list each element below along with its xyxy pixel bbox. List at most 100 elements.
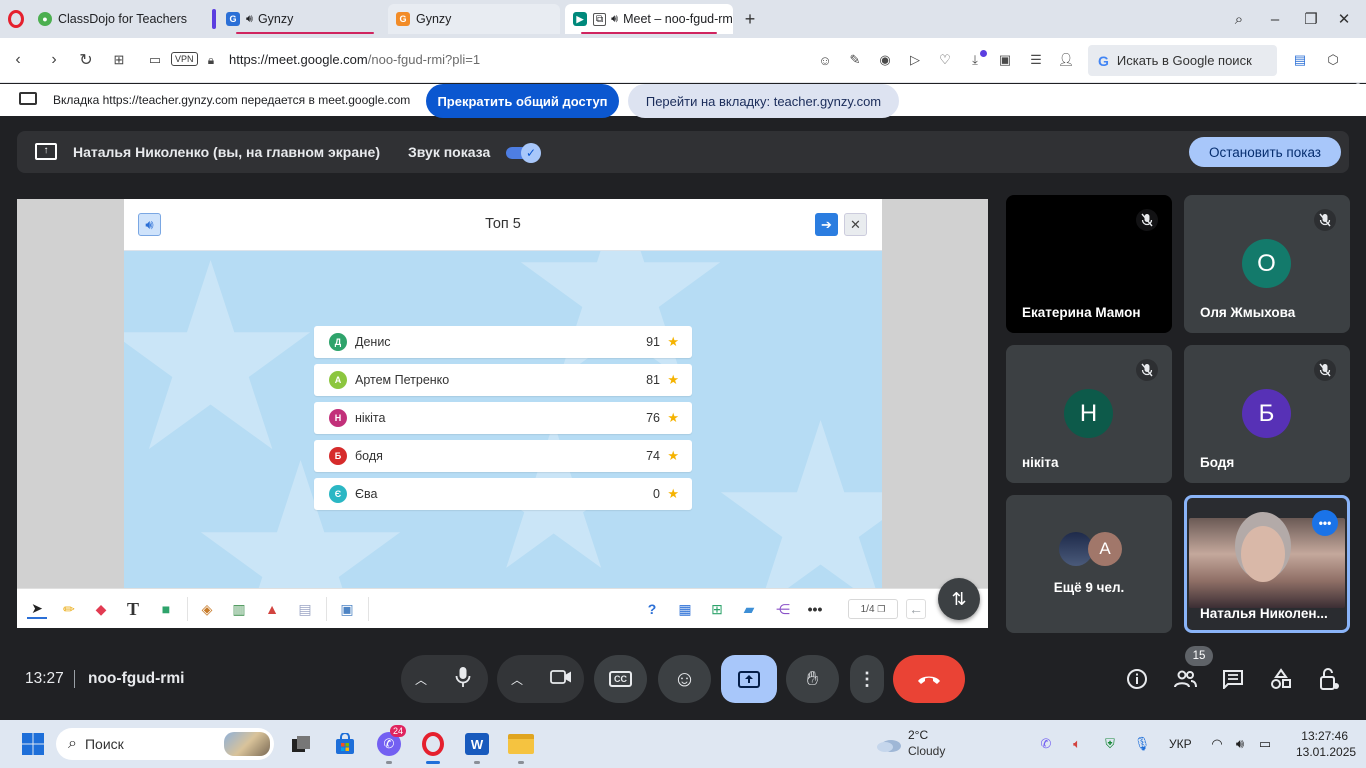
system-clock[interactable]: 13:27:46 13.01.2025 bbox=[1296, 728, 1356, 760]
emoji-icon[interactable]: ☺ bbox=[816, 51, 834, 69]
people-icon[interactable] bbox=[1170, 664, 1200, 694]
input-language[interactable]: УКР bbox=[1169, 737, 1192, 751]
restore-icon[interactable]: ❐ bbox=[1300, 8, 1322, 30]
player-icon[interactable]: ▷ bbox=[906, 51, 924, 69]
participant-tile[interactable]: О Оля Жмыхова bbox=[1184, 195, 1350, 333]
back-icon[interactable]: ‹ bbox=[7, 49, 29, 71]
easy-setup-icon[interactable]: ☰ bbox=[1027, 51, 1045, 69]
tab-gynzy-audio[interactable]: G 🔊︎ Gynzy bbox=[218, 4, 388, 34]
prev-page-icon[interactable]: ← bbox=[906, 599, 926, 619]
more-icon[interactable]: ••• bbox=[805, 599, 825, 619]
speed-dial-icon[interactable]: ⊞ bbox=[108, 49, 130, 71]
self-video-tile[interactable]: ••• Наталья Николен... bbox=[1184, 495, 1350, 633]
lines-icon[interactable]: ▤ bbox=[295, 599, 315, 619]
vpn-badge[interactable]: VPN bbox=[171, 52, 198, 66]
more-options-button[interactable]: ⋮ bbox=[850, 655, 884, 703]
library-icon[interactable]: ◈ bbox=[197, 599, 217, 619]
text-tool-icon[interactable]: T bbox=[123, 599, 143, 619]
tab-classdojo[interactable]: ● ClassDojo for Teachers bbox=[30, 4, 208, 34]
minimize-icon[interactable]: – bbox=[1264, 8, 1286, 30]
close-window-icon[interactable]: ✕ bbox=[1333, 8, 1355, 30]
activities-icon[interactable] bbox=[1266, 664, 1296, 694]
avatar: Б bbox=[329, 447, 347, 465]
windows-start-icon[interactable] bbox=[18, 729, 48, 759]
participant-tile[interactable]: Екатерина Мамон bbox=[1006, 195, 1172, 333]
save-icon[interactable]: ▦ bbox=[675, 599, 695, 619]
reload-icon[interactable]: ↻ bbox=[75, 49, 97, 71]
viber-tray-icon[interactable]: ✆ bbox=[1037, 735, 1055, 753]
host-controls-icon[interactable] bbox=[1314, 664, 1344, 694]
search-tabs-icon[interactable]: ⌕ bbox=[1228, 8, 1250, 30]
speaker-icon[interactable]: 🔊︎ bbox=[246, 13, 253, 26]
sidebar-icon[interactable]: ▤ bbox=[1291, 51, 1309, 69]
viber-icon[interactable]: ✆ 24 bbox=[374, 725, 407, 764]
battery-icon[interactable]: ▭ bbox=[1256, 735, 1274, 753]
info-icon[interactable] bbox=[1122, 664, 1152, 694]
stop-presenting-button[interactable]: Остановить показ bbox=[1189, 137, 1341, 167]
share-icon[interactable]: ⋲ bbox=[773, 599, 793, 619]
battery-saver-icon[interactable]: ▣ bbox=[996, 51, 1014, 69]
lock-icon[interactable]: 🔒︎ bbox=[200, 49, 222, 71]
extensions-icon[interactable]: ⬡ bbox=[1324, 51, 1342, 69]
store-icon[interactable] bbox=[330, 729, 360, 759]
google-search-field[interactable]: G Искать в Google поиск bbox=[1088, 45, 1277, 76]
books-icon[interactable]: ▥ bbox=[229, 599, 249, 619]
media-icon[interactable]: ▲ bbox=[262, 599, 282, 619]
weather-icon[interactable] bbox=[874, 729, 904, 759]
pointer-tool-icon[interactable]: ➤ bbox=[27, 599, 47, 619]
present-button[interactable] bbox=[721, 655, 777, 703]
volume-tray-icon[interactable]: 🔈︎ bbox=[1068, 735, 1086, 753]
weather-temperature[interactable]: 2°C bbox=[908, 728, 928, 742]
emoji-reaction-button[interactable]: ☺ bbox=[658, 655, 711, 703]
go-to-tab-button[interactable]: Перейти на вкладку: teacher.gynzy.com bbox=[628, 84, 899, 118]
camera-permission-icon[interactable]: ▭ bbox=[144, 49, 166, 71]
mic-options-chevron-icon[interactable]: ︿ bbox=[415, 671, 427, 688]
close-icon[interactable]: ✕ bbox=[844, 213, 867, 236]
camera-icon[interactable] bbox=[550, 669, 572, 690]
opera-logo-icon[interactable] bbox=[8, 10, 24, 28]
mic-icon[interactable] bbox=[455, 666, 471, 693]
tab-gynzy[interactable]: G Gynzy bbox=[388, 4, 560, 34]
folder-icon[interactable]: ▰ bbox=[739, 599, 759, 619]
more-options-icon[interactable]: ••• bbox=[1312, 510, 1338, 536]
next-arrow-icon[interactable]: ➔ bbox=[815, 213, 838, 236]
captions-button[interactable]: CC bbox=[594, 655, 647, 703]
opera-taskbar-icon[interactable] bbox=[418, 729, 448, 764]
more-participants-tile[interactable]: А Ещё 9 чел. bbox=[1006, 495, 1172, 633]
file-explorer-icon[interactable] bbox=[506, 729, 536, 764]
pencil-tool-icon[interactable]: ✏ bbox=[59, 599, 79, 619]
security-tray-icon[interactable]: ⛨ bbox=[1101, 735, 1119, 753]
add-slide-icon[interactable]: ⊞ bbox=[707, 599, 727, 619]
weather-status[interactable]: Cloudy bbox=[908, 744, 945, 758]
page-indicator[interactable]: 1/4 ❐ bbox=[848, 599, 898, 619]
move-toolbar-icon[interactable]: ⇅ bbox=[938, 578, 980, 620]
microphone-tray-icon[interactable]: 🎙︎ bbox=[1133, 735, 1151, 753]
edit-icon[interactable]: ✎ bbox=[846, 51, 864, 69]
url-field[interactable]: https://meet.google.com/noo-fgud-rmi?pli… bbox=[229, 52, 480, 67]
wifi-icon[interactable]: ◠ bbox=[1208, 735, 1226, 753]
account-icon[interactable]: 👤︎ bbox=[1057, 51, 1075, 69]
word-icon[interactable]: W bbox=[462, 729, 492, 764]
participant-tile[interactable]: Н нікіта bbox=[1006, 345, 1172, 483]
speaker-icon[interactable]: 🔊︎ bbox=[1231, 735, 1249, 753]
snapshot-icon[interactable]: ◉ bbox=[876, 51, 894, 69]
share-audio-toggle[interactable]: ✓ bbox=[506, 143, 544, 163]
forward-icon[interactable]: › bbox=[43, 49, 65, 71]
new-tab-icon[interactable]: + bbox=[739, 8, 761, 30]
task-view-icon[interactable] bbox=[286, 729, 316, 759]
camera-options-chevron-icon[interactable]: ︿ bbox=[511, 671, 523, 688]
heart-icon[interactable]: ♡ bbox=[936, 51, 954, 69]
chat-icon[interactable] bbox=[1218, 664, 1248, 694]
taskbar-search[interactable]: ⌕ Поиск bbox=[56, 728, 274, 760]
leave-call-button[interactable] bbox=[893, 655, 965, 703]
help-icon[interactable]: ? bbox=[642, 599, 662, 619]
widgets-icon[interactable]: ▣ bbox=[337, 599, 357, 619]
raise-hand-button[interactable]: ✋︎ bbox=[786, 655, 839, 703]
participant-tile[interactable]: Б Бодя bbox=[1184, 345, 1350, 483]
speaker-icon[interactable]: 🔊︎ bbox=[611, 13, 618, 26]
stop-sharing-button[interactable]: Прекратить общий доступ bbox=[426, 84, 619, 118]
shapes-tool-icon[interactable]: ■ bbox=[156, 599, 176, 619]
eraser-tool-icon[interactable]: ◆ bbox=[91, 599, 111, 619]
tab-meet[interactable]: ▶ ⧉ 🔊︎ Meet – noo-fgud-rmi bbox=[565, 4, 733, 34]
pip-icon[interactable]: ⧉ bbox=[593, 12, 607, 26]
